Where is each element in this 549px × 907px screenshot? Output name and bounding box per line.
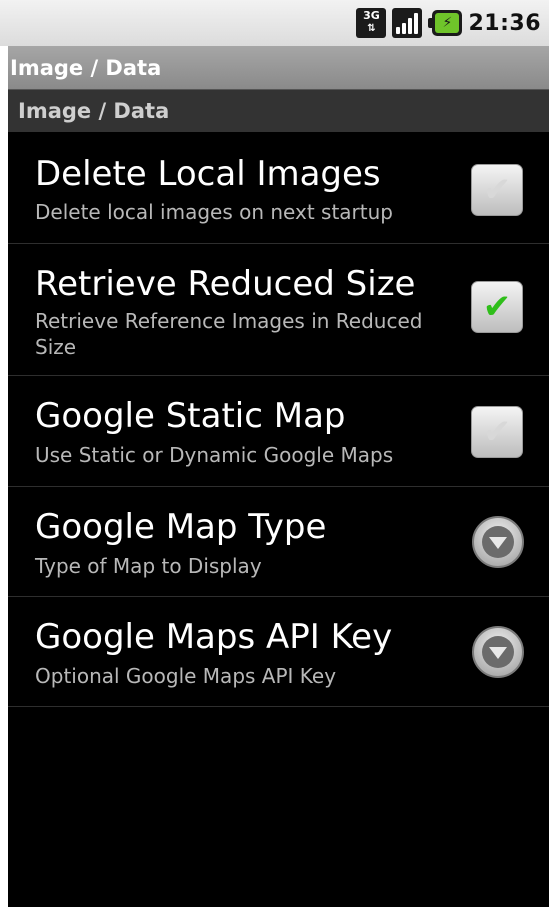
battery-charging-icon: ⚡ xyxy=(428,10,463,36)
pref-title: Delete Local Images xyxy=(35,154,381,194)
pref-google-maps-api-key[interactable]: Google Maps API Key Optional Google Maps… xyxy=(8,597,549,707)
signal-strength-icon xyxy=(392,8,423,38)
pref-title: Retrieve Reduced Size xyxy=(35,264,416,304)
category-header: Image / Data xyxy=(8,90,549,132)
chevron-down-icon[interactable] xyxy=(472,626,524,678)
app-screen: Image / Data Image / Data Delete Local I… xyxy=(8,46,549,907)
pref-summary: Use Static or Dynamic Google Maps xyxy=(35,443,394,467)
network-3g-icon: 3G ⇅ xyxy=(356,8,387,38)
google-static-map-checkbox[interactable]: ✔ xyxy=(471,406,523,458)
pref-title: Google Static Map xyxy=(35,396,346,436)
delete-local-images-checkbox[interactable]: ✔ xyxy=(471,164,523,216)
check-on-icon: ✔ xyxy=(482,287,512,327)
pref-summary: Retrieve Reference Images in Reduced Siz… xyxy=(35,309,423,359)
pref-google-static-map[interactable]: Google Static Map Use Static or Dynamic … xyxy=(8,376,549,487)
status-bar: 3G ⇅ ⚡ 21:36 xyxy=(0,0,549,46)
check-off-icon: ✔ xyxy=(482,170,512,210)
status-clock: 21:36 xyxy=(468,10,541,36)
retrieve-reduced-size-checkbox[interactable]: ✔ xyxy=(471,281,523,333)
check-off-icon: ✔ xyxy=(482,412,512,452)
pref-retrieve-reduced-size[interactable]: Retrieve Reduced Size Retrieve Reference… xyxy=(8,244,549,376)
network-type-label: 3G xyxy=(363,9,380,22)
pref-google-map-type[interactable]: Google Map Type Type of Map to Display xyxy=(8,487,549,597)
pref-delete-local-images[interactable]: Delete Local Images Delete local images … xyxy=(8,132,549,244)
chevron-down-icon[interactable] xyxy=(472,516,524,568)
pref-summary: Delete local images on next startup xyxy=(35,200,393,224)
window-title: Image / Data xyxy=(8,46,549,90)
pref-summary: Optional Google Maps API Key xyxy=(35,664,337,688)
pref-summary: Type of Map to Display xyxy=(35,554,262,578)
pref-title: Google Map Type xyxy=(35,507,327,547)
pref-title: Google Maps API Key xyxy=(35,617,393,657)
